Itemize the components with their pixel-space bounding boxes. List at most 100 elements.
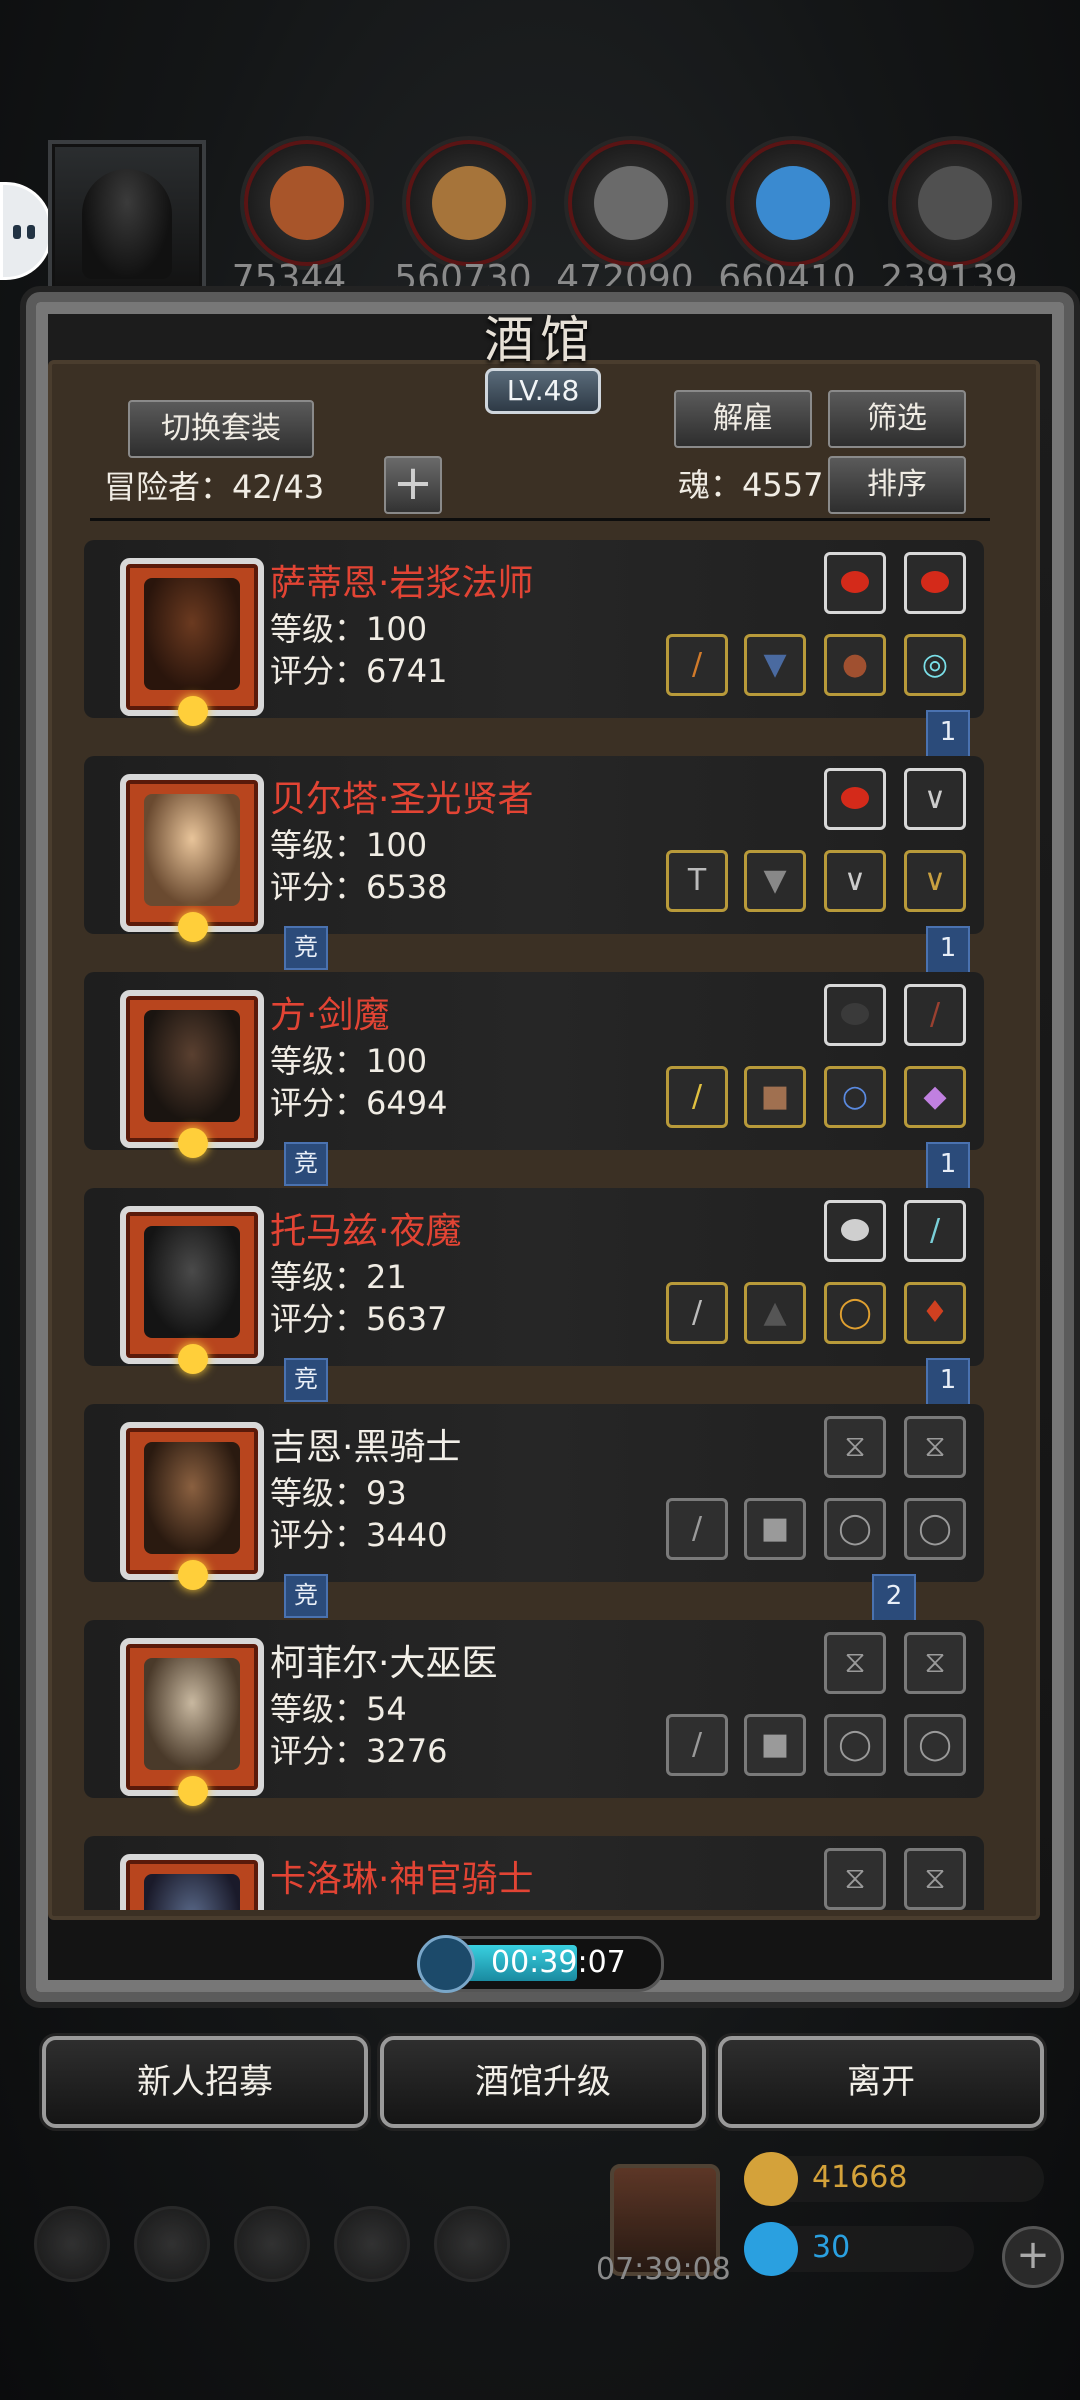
weapon-slot-icon[interactable]: /	[666, 1498, 728, 1560]
empty-slot[interactable]: ⧖	[904, 1848, 966, 1910]
rank-tag: 1	[926, 710, 970, 762]
plank-icon	[406, 140, 532, 266]
soul-count: 魂：4557	[678, 466, 824, 504]
sword-icon[interactable]: /	[666, 1066, 728, 1128]
add-slot-button[interactable]: +	[384, 456, 442, 514]
hero-portrait	[120, 558, 264, 726]
armor-slot-icon[interactable]: ■	[744, 1714, 806, 1776]
hero-card[interactable]: 柯菲尔·大巫医 等级：54 评分：3276 ⧖ ⧖ / ■ ◯ ◯	[84, 1620, 984, 1806]
empty-slot[interactable]: ⧖	[824, 1848, 886, 1910]
ring-slot-icon[interactable]: ◯	[824, 1714, 886, 1776]
competitive-tag: 竞	[284, 1358, 328, 1402]
empty-slot[interactable]: ⧖	[904, 1632, 966, 1694]
filter-button[interactable]: 筛选	[828, 390, 966, 448]
staff-slot-icon[interactable]: /	[666, 1714, 728, 1776]
hero-portrait	[120, 774, 264, 942]
feather-slot[interactable]: /	[904, 1200, 966, 1262]
hero-card[interactable]: 卡洛琳·神官骑士 ⧖ ⧖	[84, 1836, 984, 1910]
hero-score: 评分：3440	[270, 1516, 448, 1554]
hero-list[interactable]: 萨蒂恩·岩浆法师 等级：100 评分：6741 / ▼ ● ◎ 1 贝尔塔·圣光…	[84, 538, 984, 1910]
gold-value: 41668	[812, 2160, 908, 2195]
bracer-icon[interactable]: ●	[824, 634, 886, 696]
hero-card[interactable]: 托马兹·夜魔 等级：21 评分：5637 / / ▲ ◯ ♦	[84, 1188, 984, 1374]
red-gem-slot[interactable]	[904, 552, 966, 614]
upgrade-tavern-button[interactable]: 酒馆升级	[380, 2036, 706, 2128]
divider	[90, 518, 990, 521]
stone-slot[interactable]	[824, 1200, 886, 1262]
ring-slot-icon[interactable]: ◯	[904, 1714, 966, 1776]
hero-portrait	[120, 1422, 264, 1590]
hero-level: 等级：100	[270, 826, 428, 864]
hero-score: 评分：6494	[270, 1084, 448, 1122]
red-gem-slot[interactable]	[824, 552, 886, 614]
hero-card[interactable]: 吉恩·黑骑士 等级：93 评分：3440 ⧖ ⧖ / ■ ◯ ◯	[84, 1404, 984, 1590]
castle-icon[interactable]	[234, 2206, 310, 2282]
cloak-icon[interactable]: ▲	[744, 1282, 806, 1344]
armor-icon[interactable]: ■	[744, 1066, 806, 1128]
hero-score: 评分：5637	[270, 1300, 448, 1338]
timer-text: 00:39:07	[491, 1945, 626, 1980]
hero-name: 萨蒂恩·岩浆法师	[270, 563, 534, 604]
hero-level: 等级：93	[270, 1474, 407, 1512]
chat-bubble-button[interactable]	[0, 182, 52, 280]
empty-slot[interactable]: ⧖	[824, 1416, 886, 1478]
bracelet-icon[interactable]: ◯	[824, 1282, 886, 1344]
hero-card[interactable]: 贝尔塔·圣光贤者 等级：100 评分：6538 ∨ T ▼ ∨ ∨	[84, 756, 984, 942]
star-icon[interactable]	[134, 2206, 210, 2282]
hero-portrait	[120, 1206, 264, 1374]
gem-icon	[744, 2222, 798, 2276]
gem-icon[interactable]: ◆	[904, 1066, 966, 1128]
hero-score: 评分：6538	[270, 868, 448, 906]
hooded-figure-icon	[82, 169, 172, 279]
hero-card[interactable]: 方·剑魔 等级：100 评分：6494 / / ■ ○ ◆	[84, 972, 984, 1158]
ring-icon[interactable]: ○	[824, 1066, 886, 1128]
ring-icon[interactable]: ◎	[904, 634, 966, 696]
armor-slot-icon[interactable]: ■	[744, 1498, 806, 1560]
fire-button[interactable]: 解雇	[674, 390, 812, 448]
hammer-icon[interactable]: T	[666, 850, 728, 912]
steel-ingot-icon	[892, 140, 1018, 266]
gem-value: 30	[812, 2230, 851, 2265]
necklace-icon[interactable]: ∨	[904, 850, 966, 912]
ring-slot-icon[interactable]: ◯	[824, 1498, 886, 1560]
shield-icon[interactable]	[434, 2206, 510, 2282]
leave-button[interactable]: 离开	[718, 2036, 1044, 2128]
mail-icon[interactable]	[334, 2206, 410, 2282]
rank-tag: 1	[926, 1142, 970, 1194]
hero-level: 等级：54	[270, 1690, 407, 1728]
tavern-refresh-timer: 00:39:07	[417, 1935, 664, 1993]
hero-card[interactable]: 萨蒂恩·岩浆法师 等级：100 评分：6741 / ▼ ● ◎	[84, 540, 984, 726]
hero-name: 卡洛琳·神官骑士	[270, 1859, 534, 1900]
recruit-button[interactable]: 新人招募	[42, 2036, 368, 2128]
hero-score: 评分：6741	[270, 652, 448, 690]
hero-name: 吉恩·黑骑士	[270, 1427, 462, 1468]
hero-portrait	[120, 990, 264, 1158]
robe-icon[interactable]: ▼	[744, 850, 806, 912]
potion-icon[interactable]: ♦	[904, 1282, 966, 1344]
iron-ingot-icon	[568, 140, 694, 266]
robe-icon[interactable]: ▼	[744, 634, 806, 696]
hero-portrait	[120, 1638, 264, 1806]
competitive-tag: 竞	[284, 1574, 328, 1618]
necklace-slot[interactable]: ∨	[904, 768, 966, 830]
staff-icon[interactable]: /	[666, 634, 728, 696]
gold-counter: 41668	[744, 2152, 1044, 2206]
switch-outfit-button[interactable]: 切换套装	[128, 400, 314, 458]
tavern-level-badge: LV.48	[485, 368, 601, 414]
add-currency-button[interactable]: +	[1002, 2226, 1064, 2288]
feather-slot[interactable]: /	[904, 984, 966, 1046]
dagger-icon[interactable]: /	[666, 1282, 728, 1344]
red-gem-slot[interactable]	[824, 768, 886, 830]
empty-slot[interactable]: ⧖	[824, 1632, 886, 1694]
empty-slot[interactable]: ⧖	[904, 1416, 966, 1478]
competitive-tag: 竞	[284, 926, 328, 970]
ring-slot-icon[interactable]: ◯	[904, 1498, 966, 1560]
clock-icon	[417, 1935, 475, 1993]
sort-button[interactable]: 排序	[828, 456, 966, 514]
hero-name: 方·剑魔	[270, 995, 390, 1036]
stone-slot[interactable]	[824, 984, 886, 1046]
rank-tag: 1	[926, 1358, 970, 1410]
player-avatar[interactable]	[48, 140, 206, 298]
necklace-icon[interactable]: ∨	[824, 850, 886, 912]
gear-icon[interactable]	[34, 2206, 110, 2282]
